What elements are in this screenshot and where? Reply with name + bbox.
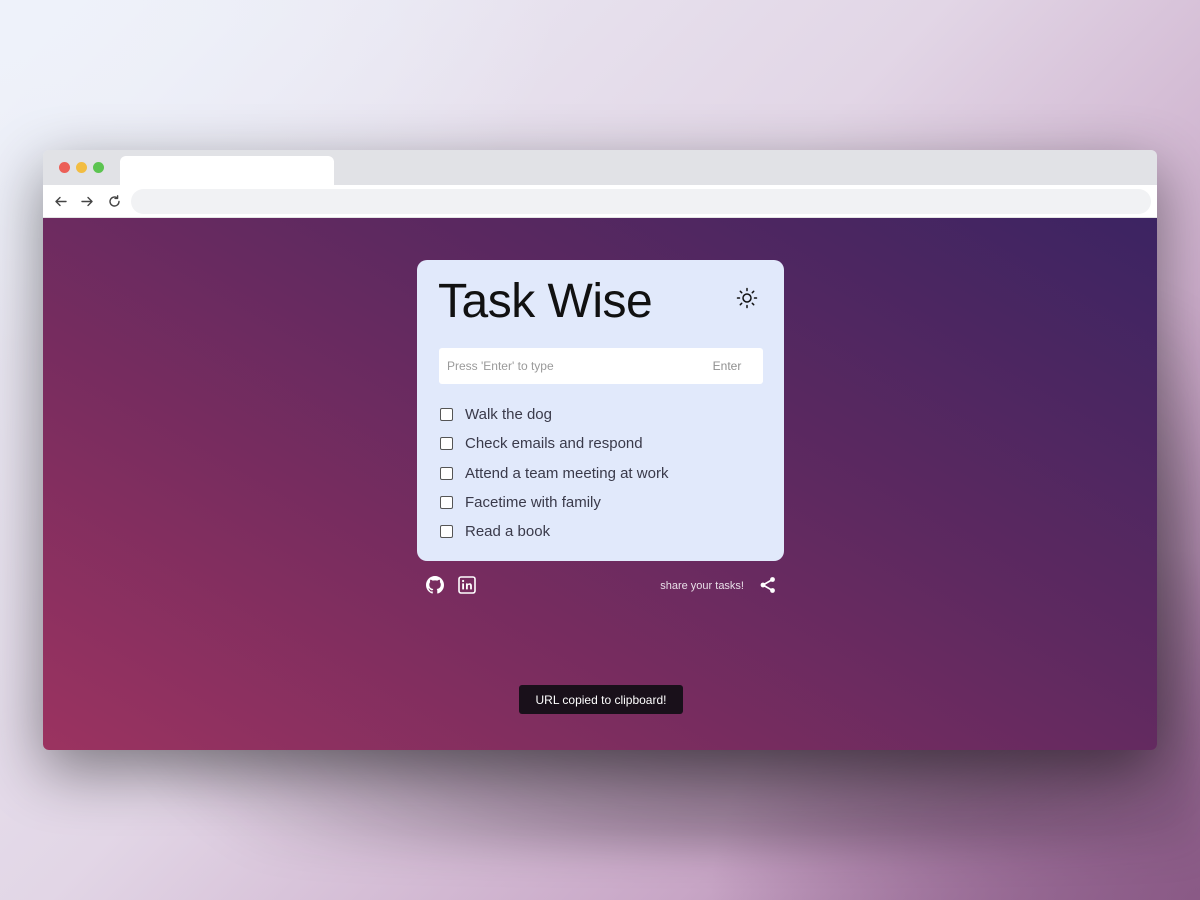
share-text: share your tasks! [660,580,744,592]
task-label: Walk the dog [465,406,552,424]
task-label: Check emails and respond [465,435,643,453]
enter-button[interactable]: Enter [703,348,751,384]
task-list: Walk the dog Check emails and respond At… [440,400,668,546]
task-label: Attend a team meeting at work [465,464,669,482]
forward-arrow-icon[interactable] [79,193,95,209]
list-item: Check emails and respond [440,429,668,458]
task-label: Read a book [465,523,551,541]
task-checkbox[interactable] [440,437,453,451]
linkedin-icon[interactable] [457,575,477,595]
app-page: Task Wise Press 'Enter' to type Enter Wa… [43,218,1157,750]
task-checkbox[interactable] [440,466,453,480]
list-item: Attend a team meeting at work [440,459,668,488]
list-item: Walk the dog [440,400,668,429]
close-window-button[interactable] [59,162,70,173]
task-input-row: Enter [439,348,763,384]
reload-icon[interactable] [106,193,122,209]
task-input[interactable] [439,348,694,384]
browser-tab[interactable] [120,156,334,185]
minimize-window-button[interactable] [76,162,87,173]
todo-card: Task Wise Press 'Enter' to type Enter Wa… [417,260,784,561]
address-bar[interactable] [131,189,1151,214]
browser-window: Task Wise Press 'Enter' to type Enter Wa… [43,150,1157,750]
task-checkbox[interactable] [440,496,453,510]
maximize-window-button[interactable] [93,162,104,173]
task-checkbox[interactable] [440,525,453,539]
browser-toolbar [43,185,1157,218]
share-icon[interactable] [758,575,778,595]
browser-tabbar [43,150,1157,185]
task-label: Facetime with family [465,494,601,512]
github-icon[interactable] [425,575,445,595]
sun-icon[interactable] [735,286,759,310]
list-item: Facetime with family [440,488,668,517]
card-footer: share your tasks! [417,572,784,598]
app-title: Task Wise [438,275,653,328]
back-arrow-icon[interactable] [52,193,68,209]
task-checkbox[interactable] [440,408,453,422]
toast-notification: URL copied to clipboard! [519,685,683,714]
list-item: Read a book [440,517,668,546]
